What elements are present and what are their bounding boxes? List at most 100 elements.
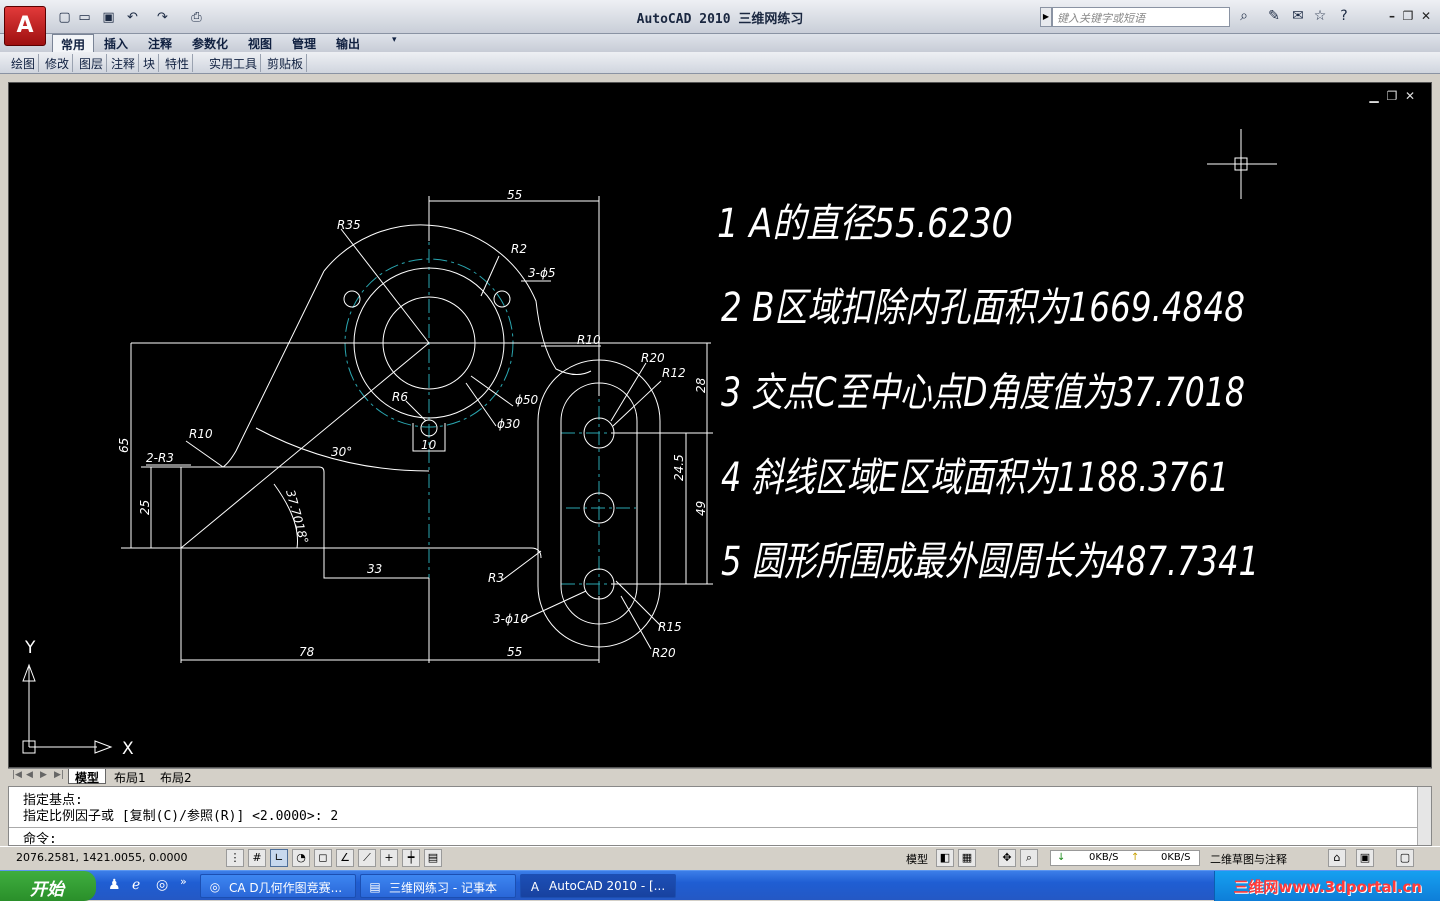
ribbon-panel-bar: 绘图 修改 图层 注释 块 特性 实用工具 剪贴板 bbox=[0, 52, 1440, 74]
favorites-icon[interactable]: ☆ bbox=[1310, 8, 1330, 26]
dim-25: 25 bbox=[138, 500, 152, 515]
application-menu-button[interactable]: A bbox=[4, 6, 46, 46]
lock-icon[interactable]: ⌂ bbox=[1328, 849, 1346, 867]
tab-view[interactable]: 视图 bbox=[240, 34, 280, 52]
panel-draw[interactable]: 绘图 bbox=[8, 54, 40, 72]
command-window: 指定基点: 指定比例因子或 [复制(C)/参照(R)] <2.0000>: 2 … bbox=[8, 786, 1432, 847]
panel-utilities[interactable]: 实用工具 bbox=[206, 54, 262, 72]
undo-icon[interactable]: ↶ bbox=[124, 9, 141, 26]
object-snap-icon[interactable]: ◻ bbox=[314, 849, 332, 867]
tab-model[interactable]: 模型 bbox=[68, 769, 107, 785]
quick-view-icon[interactable]: ▦ bbox=[958, 849, 976, 867]
dim-r6: R6 bbox=[392, 390, 408, 404]
help-icon[interactable]: ? bbox=[1334, 8, 1354, 26]
search-expand-button[interactable]: ▶ bbox=[1040, 7, 1052, 27]
browser-icon: ◎ bbox=[209, 880, 221, 894]
taskbar-item-label: AutoCAD 2010 - [... bbox=[549, 879, 666, 893]
dim-28: 28 bbox=[694, 377, 708, 393]
dynamic-ucs-icon[interactable]: ⟋ bbox=[358, 849, 376, 867]
network-speed-widget: ↓ 0KB/S ↑ 0KB/S bbox=[1050, 850, 1200, 866]
taskbar-item-autocad[interactable]: A AutoCAD 2010 - [... bbox=[520, 874, 676, 898]
taskbar-item-notepad[interactable]: ▤ 三维网练习 - 记事本 bbox=[360, 874, 516, 898]
panel-layers[interactable]: 图层 bbox=[76, 54, 108, 72]
minimize-icon[interactable]: – bbox=[1384, 8, 1400, 24]
command-scrollbar[interactable] bbox=[1417, 787, 1431, 845]
answer-5: 5 圆形所围成最外圆周长为487.7341 bbox=[721, 539, 1259, 585]
quicklaunch-more-icon[interactable]: » bbox=[180, 875, 187, 888]
save-icon[interactable]: ▣ bbox=[100, 9, 117, 26]
redo-icon[interactable]: ↷ bbox=[154, 9, 171, 26]
panel-clipboard[interactable]: 剪贴板 bbox=[264, 54, 308, 72]
wrench-icon[interactable]: ✎ bbox=[1264, 8, 1284, 26]
panel-properties[interactable]: 特性 bbox=[162, 54, 194, 72]
tab-annotate[interactable]: 注释 bbox=[140, 34, 180, 52]
search-input[interactable]: 键入关键字或短语 bbox=[1052, 7, 1230, 27]
close-icon[interactable]: ✕ bbox=[1418, 8, 1434, 24]
first-tab-icon[interactable]: |◀ bbox=[12, 770, 22, 783]
dim-r12: R12 bbox=[662, 366, 686, 380]
grid-display-icon[interactable]: # bbox=[248, 849, 266, 867]
dim-hole5: 3-ϕ5 bbox=[528, 266, 556, 280]
hardware-acceleration-icon[interactable]: ▣ bbox=[1356, 849, 1374, 867]
qq-icon[interactable]: ♟ bbox=[108, 877, 121, 893]
panel-block[interactable]: 块 bbox=[140, 54, 160, 72]
dim-r15: R15 bbox=[658, 620, 682, 634]
last-tab-icon[interactable]: ▶| bbox=[54, 770, 64, 783]
tab-manage[interactable]: 管理 bbox=[284, 34, 324, 52]
new-icon[interactable]: ▢ bbox=[56, 9, 73, 26]
polar-tracking-icon[interactable]: ◔ bbox=[292, 849, 310, 867]
chrome-icon[interactable]: ◎ bbox=[156, 877, 168, 893]
dim-r20-top: R20 bbox=[641, 351, 665, 365]
upload-arrow-icon: ↑ bbox=[1131, 852, 1140, 863]
ribbon-tab-bar: 常用 插入 注释 参数化 视图 管理 输出 ▾ bbox=[0, 34, 1440, 52]
taskbar-item-cad-competition[interactable]: ◎ CA D几何作图竞赛... bbox=[200, 874, 356, 898]
center-lines bbox=[331, 199, 641, 661]
prev-tab-icon[interactable]: ◀ bbox=[26, 770, 36, 783]
dim-78: 78 bbox=[299, 645, 315, 659]
next-tab-icon[interactable]: ▶ bbox=[40, 770, 50, 783]
tab-layout2[interactable]: 布局2 bbox=[154, 769, 198, 785]
download-speed: 0KB/S bbox=[1089, 852, 1119, 863]
model-space-label[interactable]: 模型 bbox=[906, 851, 928, 867]
clean-screen-icon[interactable]: ▢ bbox=[1396, 849, 1414, 867]
dim-r10-left: R10 bbox=[189, 427, 213, 441]
pan-icon[interactable]: ✥ bbox=[998, 849, 1016, 867]
command-prompt: 命令: bbox=[23, 832, 57, 847]
layout-view-icon[interactable]: ◧ bbox=[936, 849, 954, 867]
dim-phi30: ϕ30 bbox=[497, 417, 521, 431]
object-snap-tracking-icon[interactable]: ∠ bbox=[336, 849, 354, 867]
dim-10: 10 bbox=[421, 438, 437, 452]
zoom-icon[interactable]: ⌕ bbox=[1020, 849, 1038, 867]
upload-speed: 0KB/S bbox=[1161, 852, 1191, 863]
plot-icon[interactable]: ⎙ bbox=[188, 9, 205, 26]
drawing-canvas[interactable]: ▁ ❐ ✕ 55 R35 R2 3-ϕ5 R10 R20 R12 ϕ50 R6 … bbox=[8, 82, 1432, 768]
panel-modify[interactable]: 修改 bbox=[42, 54, 74, 72]
tab-insert[interactable]: 插入 bbox=[96, 34, 136, 52]
dim-r35: R35 bbox=[337, 218, 361, 232]
dim-phi50: ϕ50 bbox=[515, 393, 539, 407]
crosshair-cursor bbox=[1207, 129, 1277, 199]
open-icon[interactable]: ▭ bbox=[76, 9, 93, 26]
dynamic-input-icon[interactable]: + bbox=[380, 849, 398, 867]
tab-parametric[interactable]: 参数化 bbox=[184, 34, 236, 52]
dim-r20-bottom: R20 bbox=[652, 646, 676, 660]
restore-icon[interactable]: ❐ bbox=[1400, 8, 1416, 24]
tab-layout1[interactable]: 布局1 bbox=[108, 769, 152, 785]
tab-output[interactable]: 输出 bbox=[328, 34, 368, 52]
snap-mode-icon[interactable]: ⋮ bbox=[226, 849, 244, 867]
ie-icon[interactable]: ℯ bbox=[132, 877, 140, 893]
dim-r3: R3 bbox=[488, 571, 504, 585]
command-input-row[interactable]: 命令: bbox=[9, 827, 1419, 847]
lineweight-icon[interactable]: ┿ bbox=[402, 849, 420, 867]
quick-properties-icon[interactable]: ▤ bbox=[424, 849, 442, 867]
ucs-y-label: Y bbox=[24, 638, 36, 658]
communication-icon[interactable]: ✉ bbox=[1288, 8, 1308, 26]
workspace-switcher[interactable]: 二维草图与注释 bbox=[1210, 851, 1287, 867]
tab-home[interactable]: 常用 bbox=[52, 34, 95, 52]
start-button[interactable]: 开始 bbox=[0, 871, 96, 901]
ribbon-minimize-icon[interactable]: ▾ bbox=[384, 34, 405, 52]
panel-annotation[interactable]: 注释 bbox=[108, 54, 140, 72]
answer-3: 3 交点C至中心点D角度值为37.7018 bbox=[721, 370, 1245, 416]
binoculars-icon[interactable]: ⌕ bbox=[1234, 8, 1254, 26]
ortho-mode-icon[interactable]: ∟ bbox=[270, 849, 288, 867]
